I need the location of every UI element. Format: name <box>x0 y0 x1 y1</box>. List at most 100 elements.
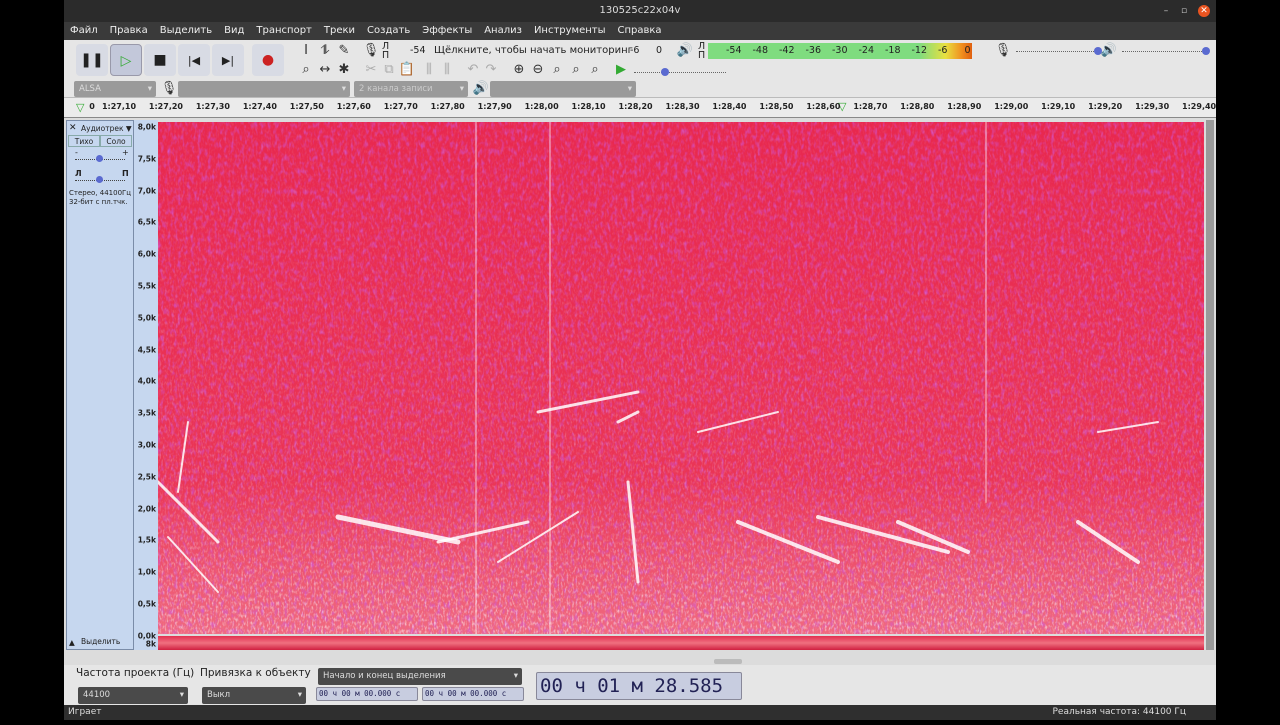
mute-button[interactable]: Тихо <box>68 135 100 147</box>
menu-0[interactable]: Файл <box>64 22 104 40</box>
selection-tool-icon[interactable]: I <box>297 42 315 60</box>
spectrogram-noise <box>158 122 1204 634</box>
frequency-scale: 8,0k 7,5k 7,0k 6,5k 6,0k 5,5k 5,0k 4,5k 4,0k 3,5k… <box>134 120 158 650</box>
ruler-tick: 1:27,40 <box>242 102 277 111</box>
undo-icon[interactable]: ↶ <box>464 61 482 79</box>
timeline-ruler[interactable]: ▽ 0 ▽ 1:27,10 1:27,20 1:27,30 1:27,40 1:27,5… <box>64 98 1216 118</box>
playback-meter[interactable]: -54 -48 -42 -36 -30 -24 -18 -12 -6 0 <box>708 43 972 59</box>
snap-select[interactable]: Выкл ▾ <box>202 687 306 704</box>
ruler-tick: 1:27,50 <box>289 102 324 111</box>
freq-label: 7,5k <box>137 154 156 164</box>
menu-2[interactable]: Выделить <box>154 22 218 40</box>
play-speed-thumb[interactable] <box>661 68 669 76</box>
menu-6[interactable]: Создать <box>361 22 416 40</box>
zoom-out-icon[interactable]: ⊖ <box>529 61 547 79</box>
recording-volume-slider[interactable] <box>1016 51 1100 52</box>
track-info: Стерео, 44100Гц 32-бит с пл.тчк. <box>69 189 131 207</box>
menu-7[interactable]: Эффекты <box>416 22 478 40</box>
stop-button[interactable]: ■ <box>144 44 176 76</box>
menu-5[interactable]: Треки <box>318 22 361 40</box>
play-start-marker-icon: ▽ <box>76 101 85 114</box>
selection-toolbar: Частота проекта (Гц) 44100 ▾ Привязка к о… <box>64 665 1216 723</box>
chevron-down-icon: ▾ <box>459 84 464 94</box>
speaker-icon[interactable]: 🔊 <box>676 42 694 60</box>
microphone-icon[interactable]: 🎙 <box>362 42 380 60</box>
timeshift-tool-icon[interactable]: ↔ <box>316 61 334 79</box>
audio-position-time[interactable]: 00 ч 01 м 28.585 с <box>536 672 742 723</box>
chevron-down-icon: ▾ <box>513 671 518 681</box>
meter-tick: -42 <box>779 45 795 56</box>
play-at-speed-icon[interactable]: ▶ <box>612 61 630 79</box>
track-name-menu[interactable]: Аудиотрек ▼ <box>81 124 132 133</box>
host-select[interactable]: ALSA ▾ <box>74 81 156 97</box>
ruler-tick: 1:28,40 <box>712 102 747 111</box>
trim-icon[interactable]: ⫼ <box>420 61 438 79</box>
chevron-down-icon: ▾ <box>179 690 184 700</box>
pause-button[interactable]: ❚❚ <box>76 44 108 76</box>
record-meter-hint[interactable]: Щёлкните, чтобы начать мониторинг <box>434 45 633 56</box>
minimize-button[interactable]: – <box>1160 5 1172 17</box>
play-button[interactable]: ▷ <box>110 44 142 76</box>
recording-volume-icon: 🎙 <box>994 43 1012 58</box>
spectrogram[interactable] <box>158 122 1204 634</box>
selection-start-time[interactable]: 00 ч 00 м 00.000 с <box>316 687 418 701</box>
close-track-icon[interactable]: ✕ <box>69 123 77 133</box>
ruler-tick: 1:28,90 <box>947 102 982 111</box>
project-rate-label: Частота проекта (Гц) <box>76 667 195 679</box>
meter-tick: -24 <box>858 45 875 56</box>
play-speed-slider[interactable] <box>634 72 726 73</box>
zoom-toggle-icon[interactable]: ⌕ <box>586 61 604 79</box>
ruler-tick: 1:29,20 <box>1088 102 1123 111</box>
paste-icon[interactable]: 📋 <box>398 61 416 79</box>
stop-icon: ■ <box>153 52 167 68</box>
close-button[interactable]: ✕ <box>1198 5 1210 17</box>
selection-end-time[interactable]: 00 ч 00 м 00.000 с <box>422 687 524 701</box>
menu-10[interactable]: Справка <box>612 22 668 40</box>
redo-icon[interactable]: ↷ <box>482 61 500 79</box>
zoom-in-icon[interactable]: ⊕ <box>510 61 528 79</box>
multi-tool-icon[interactable]: ✱ <box>335 61 353 79</box>
menu-1[interactable]: Правка <box>104 22 154 40</box>
copy-icon[interactable]: ⧉ <box>380 61 398 79</box>
meter-tick: -54 <box>726 45 742 56</box>
ruler-tick: 1:28,00 <box>524 102 559 111</box>
meter-tick: -12 <box>911 45 928 56</box>
record-button[interactable]: ● <box>252 44 284 76</box>
record-icon: ● <box>261 52 275 68</box>
playback-device-select[interactable]: ▾ <box>490 81 636 97</box>
project-rate-select[interactable]: 44100 ▾ <box>78 687 188 704</box>
playback-volume-slider[interactable] <box>1122 51 1208 52</box>
play-icon: ▷ <box>120 53 132 69</box>
select-track-button[interactable]: Выделить <box>81 637 120 646</box>
skip-start-icon: |◀ <box>187 54 201 67</box>
skip-start-button[interactable]: |◀ <box>178 44 210 76</box>
fit-project-icon[interactable]: ⌕ <box>567 61 585 79</box>
channels-select[interactable]: 2 канала записи (стерео)▾ <box>354 81 468 110</box>
recording-device-select[interactable]: ▾ <box>178 81 350 97</box>
silence-icon[interactable]: ⫼ <box>438 61 456 79</box>
menu-4[interactable]: Транспорт <box>250 22 317 40</box>
maximize-button[interactable]: ▫ <box>1178 5 1190 17</box>
window-title: 130525c22x04v <box>599 5 681 16</box>
playback-volume-thumb[interactable] <box>1202 47 1210 55</box>
resize-handle[interactable] <box>714 659 742 664</box>
vertical-scrollbar[interactable] <box>1206 120 1214 650</box>
zoom-tool-icon[interactable]: ⌕ <box>297 61 315 79</box>
cut-icon[interactable]: ✂ <box>362 61 380 79</box>
draw-tool-icon[interactable]: ✎ <box>335 42 353 60</box>
skip-end-button[interactable]: ▶| <box>212 44 244 76</box>
right-channel-label: П <box>698 50 706 61</box>
spectrogram-channel-2[interactable] <box>158 636 1204 650</box>
envelope-tool-icon[interactable]: ⥮ <box>316 42 334 60</box>
gain-thumb[interactable] <box>96 155 103 162</box>
fit-selection-icon[interactable]: ⌕ <box>548 61 566 79</box>
selection-mode-select[interactable]: Начало и конец выделения ▾ <box>318 668 522 685</box>
solo-button[interactable]: Соло <box>100 135 132 147</box>
skip-end-icon: ▶| <box>221 54 235 67</box>
collapse-track-icon[interactable]: ▲ <box>69 638 75 647</box>
menu-9[interactable]: Инструменты <box>528 22 612 40</box>
menu-8[interactable]: Анализ <box>478 22 528 40</box>
ruler-tick: 1:27,30 <box>195 102 230 111</box>
menu-3[interactable]: Вид <box>218 22 250 40</box>
pan-thumb[interactable] <box>96 176 103 183</box>
